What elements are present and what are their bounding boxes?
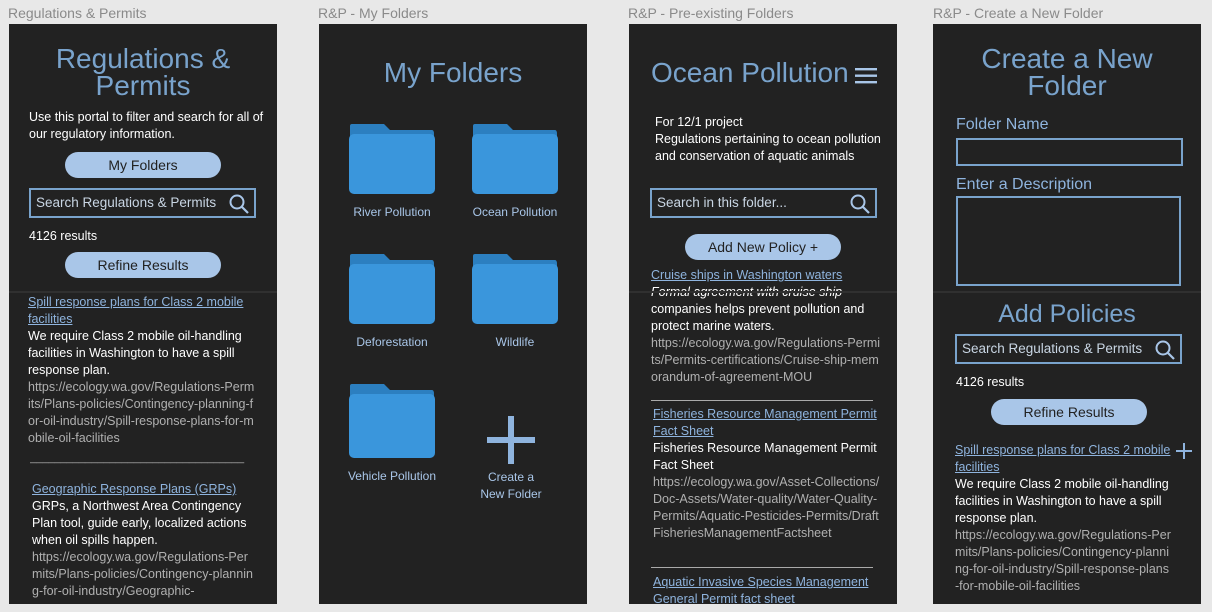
search-icon[interactable] — [228, 193, 250, 215]
frame-label: R&P - My Folders — [318, 5, 429, 21]
section-divider — [933, 291, 1201, 293]
plus-icon — [487, 416, 535, 464]
item-divider — [651, 400, 873, 401]
ocean-pollution-folder-screen: Ocean Pollution For 12/1 project Regulat… — [629, 24, 897, 604]
folder-icon — [349, 384, 435, 458]
result-item: Spill response plans for Class 2 mobile … — [955, 442, 1173, 595]
folder-wildlife[interactable]: Wildlife — [456, 250, 574, 349]
folder-deforestation[interactable]: Deforestation — [333, 250, 451, 349]
folder-label: River Pollution — [353, 205, 431, 219]
add-policy-plus-icon[interactable] — [1175, 442, 1193, 460]
folder-icon — [472, 124, 558, 194]
page-title: My Folders — [383, 57, 523, 88]
refine-results-button[interactable]: Refine Results — [991, 399, 1147, 425]
item-divider — [651, 567, 873, 568]
policy-link[interactable]: Fisheries Resource Management Permit Fac… — [653, 406, 883, 440]
result-url: https://ecology.wa.gov/Regulations-Permi… — [28, 380, 255, 445]
result-link[interactable]: Spill response plans for Class 2 mobile … — [28, 294, 256, 328]
policy-url: https://ecology.wa.gov/Regulations-Permi… — [651, 336, 881, 384]
result-url: https://ecology.wa.gov/Regulations-Permi… — [32, 550, 253, 598]
result-divider: ___________________________________ — [30, 452, 245, 464]
search-icon[interactable] — [1154, 339, 1176, 361]
result-description: We require Class 2 mobile oil-handling f… — [955, 477, 1169, 525]
result-item: Geographic Response Plans (GRPs) GRPs, a… — [32, 481, 257, 600]
result-item: Spill response plans for Class 2 mobile … — [28, 294, 256, 447]
page-title: Ocean Pollution — [651, 57, 849, 88]
folder-icon — [472, 254, 558, 324]
policy-link[interactable]: Aquatic Invasive Species Management Gene… — [653, 574, 883, 604]
page-title: Create a New Folder — [981, 43, 1153, 101]
folder-name-label: Folder Name — [956, 116, 1049, 133]
results-count: 4126 results — [29, 229, 98, 243]
frame-label: R&P - Pre-existing Folders — [628, 5, 794, 21]
description-textarea[interactable] — [956, 196, 1181, 286]
my-folders-button[interactable]: My Folders — [65, 152, 221, 178]
create-folder-label-line1: Create a — [487, 470, 535, 484]
policy-description: companies helps prevent pollution and pr… — [651, 302, 865, 333]
search-placeholder: Search Regulations & Permits — [36, 195, 217, 210]
description-label: Enter a Description — [956, 176, 1093, 193]
section-divider — [629, 291, 897, 293]
policy-item: Aquatic Invasive Species Management Gene… — [653, 574, 883, 604]
folder-vehicle-pollution[interactable]: Vehicle Pollution — [333, 380, 451, 483]
search-placeholder: Search Regulations & Permits — [962, 341, 1143, 356]
folder-search-input[interactable]: Search in this folder... — [650, 188, 877, 218]
result-description: We require Class 2 mobile oil-handling f… — [28, 329, 242, 377]
create-new-folder-button[interactable]: Create a New Folder — [466, 412, 556, 503]
search-icon[interactable] — [849, 193, 871, 215]
hamburger-menu-icon[interactable] — [855, 68, 877, 84]
create-folder-label-line2: New Folder — [480, 487, 542, 501]
regulations-permits-screen: Regulations & Permits Use this portal to… — [9, 24, 277, 604]
folder-river-pollution[interactable]: River Pollution — [333, 120, 451, 219]
frame-label: Regulations & Permits — [8, 5, 147, 21]
results-count: 4126 results — [956, 375, 1025, 389]
result-description: GRPs, a Northwest Area Contingency Plan … — [32, 499, 247, 547]
result-url: https://ecology.wa.gov/Regulations-Permi… — [955, 528, 1171, 593]
policy-item: Fisheries Resource Management Permit Fac… — [653, 406, 883, 542]
result-link[interactable]: Geographic Response Plans (GRPs) — [32, 481, 257, 498]
folder-icon — [349, 124, 435, 194]
folder-label: Wildlife — [495, 335, 535, 349]
policy-item: Cruise ships in Washington waters Formal… — [651, 267, 883, 386]
folder-icon — [349, 254, 435, 324]
folder-label: Vehicle Pollution — [347, 469, 437, 483]
policy-url: https://ecology.wa.gov/Asset-Collections… — [653, 475, 880, 540]
folder-label: Ocean Pollution — [472, 205, 558, 219]
refine-results-button[interactable]: Refine Results — [65, 252, 221, 278]
search-input[interactable]: Search Regulations & Permits — [29, 188, 256, 218]
add-policies-heading: Add Policies — [998, 300, 1136, 328]
section-divider — [9, 291, 277, 293]
create-new-folder-screen: Create a New Folder Folder Name Enter a … — [933, 24, 1201, 604]
folder-label: Deforestation — [356, 335, 428, 349]
page-title: Regulations & Permits — [55, 43, 231, 101]
add-new-policy-button[interactable]: Add New Policy + — [685, 234, 841, 260]
folder-description-line1: For 12/1 project — [655, 115, 743, 129]
search-placeholder: Search in this folder... — [657, 195, 787, 210]
intro-text: Use this portal to filter and search for… — [29, 110, 264, 141]
folder-ocean-pollution[interactable]: Ocean Pollution — [456, 120, 574, 219]
frame-label: R&P - Create a New Folder — [933, 5, 1104, 21]
policy-description: Fisheries Resource Management Permit Fac… — [653, 441, 877, 472]
policy-link[interactable]: Cruise ships in Washington waters — [651, 267, 883, 284]
folder-description-line2: Regulations pertaining to ocean pollutio… — [655, 132, 881, 163]
folder-name-input[interactable] — [956, 138, 1183, 166]
search-input[interactable]: Search Regulations & Permits — [955, 334, 1182, 364]
folder-description: For 12/1 project Regulations pertaining … — [655, 114, 887, 165]
result-link[interactable]: Spill response plans for Class 2 mobile … — [955, 442, 1173, 476]
my-folders-screen: My Folders River Pollution Ocean Polluti… — [319, 24, 587, 604]
